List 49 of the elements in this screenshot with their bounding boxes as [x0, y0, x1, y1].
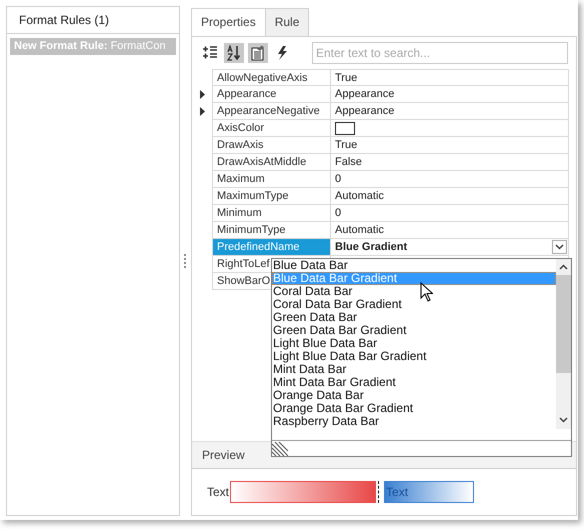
color-swatch[interactable]	[335, 122, 355, 134]
property-value[interactable]: False	[335, 154, 362, 170]
list-item[interactable]: Light Blue Data Bar	[272, 337, 556, 350]
property-name[interactable]: AxisColor	[212, 120, 331, 137]
property-name[interactable]: Minimum	[212, 205, 331, 222]
list-item[interactable]: Light Blue Data Bar Gradient	[272, 350, 556, 363]
scrollbar[interactable]	[556, 259, 571, 429]
list-item[interactable]: Orange Data Bar	[272, 389, 556, 402]
property-name[interactable]: AllowNegativeAxis	[212, 69, 331, 86]
property-name[interactable]: DrawAxisAtMiddle	[212, 154, 331, 171]
property-value[interactable]: Automatic	[335, 188, 384, 204]
list-item[interactable]: Blue Data Bar	[272, 259, 556, 272]
chevron-down-icon	[555, 244, 564, 250]
property-value[interactable]: True	[335, 70, 358, 86]
property-value[interactable]: Blue Gradient	[335, 239, 552, 255]
preview-label: Text	[207, 485, 230, 499]
property-value[interactable]: 0	[335, 205, 342, 221]
mouse-cursor-icon	[420, 282, 433, 302]
search-field[interactable]: Enter text to search...	[312, 42, 568, 64]
list-item[interactable]: Orange Data Bar Gradient	[272, 402, 556, 415]
section-title: Preview	[202, 448, 245, 462]
list-item[interactable]: Mint Data Bar Gradient	[272, 376, 556, 389]
property-name[interactable]: AppearanceNegative	[212, 103, 331, 120]
property-name[interactable]: Maximum	[212, 171, 331, 188]
list-item[interactable]: Green Data Bar Gradient	[272, 324, 556, 337]
splitter-grip-icon[interactable]	[184, 254, 187, 268]
resize-grip-icon[interactable]	[272, 442, 288, 456]
list-item[interactable]: Coral Data Bar Gradient	[272, 298, 556, 311]
page-icon[interactable]	[248, 43, 268, 63]
bar-text: Text	[386, 485, 408, 499]
property-value[interactable]: Automatic	[335, 222, 384, 238]
list-item[interactable]: Green Data Bar	[272, 311, 556, 324]
scroll-up-icon[interactable]	[559, 264, 568, 270]
panel-title: Format Rules (1)	[19, 13, 110, 27]
dropdown-button[interactable]	[552, 240, 567, 254]
tab[interactable]: Rule	[264, 8, 310, 36]
tab[interactable]: Properties	[191, 8, 266, 36]
property-value[interactable]: Appearance	[335, 103, 394, 119]
list-item[interactable]: Raspberry Data Bar	[272, 415, 556, 428]
property-value[interactable]: 0	[335, 171, 342, 187]
property-value[interactable]: Appearance	[335, 86, 394, 102]
scroll-down-icon[interactable]	[559, 417, 568, 423]
property-name[interactable]: Appearance	[212, 86, 331, 103]
property-name[interactable]: MaximumType	[212, 188, 331, 205]
list-item[interactable]: Coral Data Bar	[272, 285, 556, 298]
list-item[interactable]: Mint Data Bar	[272, 363, 556, 376]
property-value[interactable]: True	[335, 137, 358, 153]
property-name[interactable]: DrawAxis	[212, 137, 331, 154]
sort-icon[interactable]	[224, 43, 244, 63]
